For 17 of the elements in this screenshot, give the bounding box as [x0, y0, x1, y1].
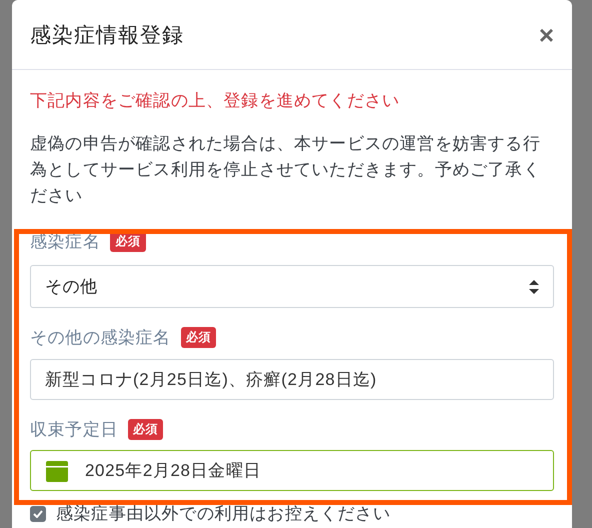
- dialog-title: 感染症情報登録: [30, 22, 184, 48]
- calendar-icon: [45, 458, 69, 482]
- notice-text: 下記内容をご確認の上、登録を進めてください: [30, 90, 401, 112]
- field-label: 収束予定日: [30, 418, 118, 440]
- check-icon: [33, 510, 43, 518]
- description-text: 虚偽の申告が確認された場合は、本サービスの運営を妨害する行為としてサービス利用を停止させていただきます。予めご了承ください: [30, 133, 542, 207]
- field-label: その他の感染症名: [30, 326, 171, 348]
- required-badge: 必須: [180, 326, 216, 348]
- checkbox[interactable]: [30, 506, 46, 522]
- input-field[interactable]: 新型コロナ(2月25日迄)、疥癬(2月28日迄): [30, 359, 554, 400]
- sort-icon: [529, 280, 539, 294]
- checkbox-label: 感染症事由以外での利用はお控えください: [56, 505, 390, 523]
- required-badge: 必須: [128, 418, 164, 440]
- select-field[interactable]: その他: [30, 265, 554, 308]
- field-label: 感染症名: [30, 231, 100, 253]
- date-field[interactable]: 2025年2月28日金曜日: [30, 450, 554, 491]
- close-button[interactable]: ×: [538, 22, 554, 48]
